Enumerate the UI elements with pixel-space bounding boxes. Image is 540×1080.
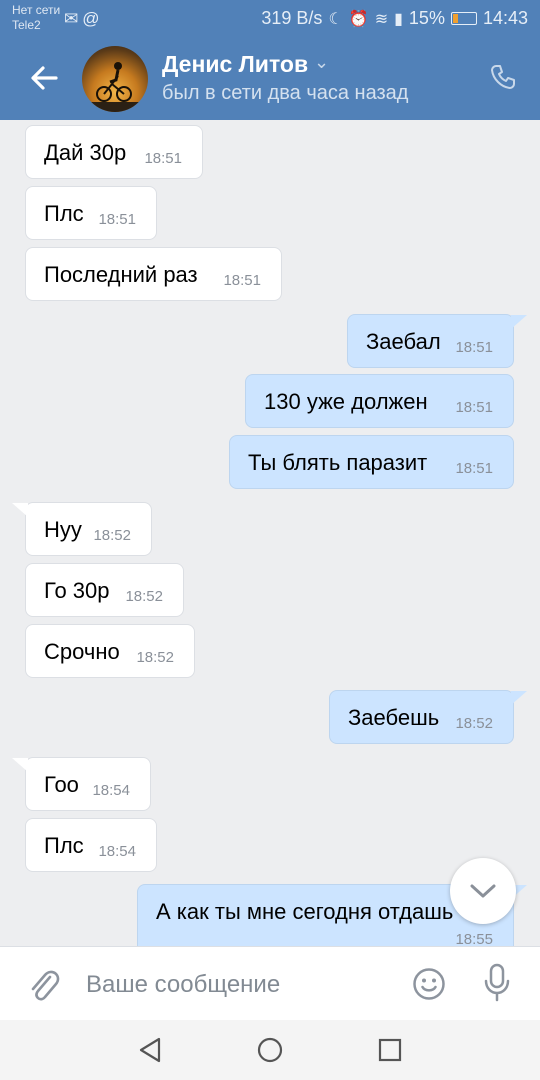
carrier-line1: Нет сети [12,3,61,17]
message-time: 18:51 [223,272,261,289]
message-time: 18:52 [93,527,131,544]
scroll-down-button[interactable] [450,858,516,924]
message-text: Гоо [44,772,79,797]
mail-icon: ✉ [64,9,83,28]
contact-status: был в сети два часа назад [162,82,409,104]
contact-name[interactable]: Денис Литов [162,51,308,78]
message-text: Последний раз [44,262,198,287]
microphone-icon[interactable] [482,963,512,1003]
message-time: 18:54 [98,843,136,860]
avatar[interactable] [82,46,148,112]
nav-back-icon[interactable] [135,1035,165,1065]
chat-header: Денис Литов ⌄ был в сети два часа назад [0,38,540,120]
bubble-tail [12,758,28,772]
message-time: 18:55 [455,931,493,946]
message-text: Заебал [366,329,441,354]
chevron-down-icon[interactable]: ⌄ [314,52,329,73]
message-bubble-in[interactable]: Срочно 18:52 [25,624,195,678]
message-bubble-out[interactable]: Заебешь 18:52 [329,690,514,744]
message-bubble-in[interactable]: Плс 18:51 [25,186,157,240]
message-time: 18:51 [98,211,136,228]
message-bubble-in[interactable]: Последний раз 18:51 [25,247,282,301]
message-bubble-in[interactable]: Дай 30р 18:51 [25,125,203,179]
message-text: А как ты мне сегодня отдашь [156,899,454,924]
back-arrow-icon [31,66,58,90]
bubble-tail [511,315,527,329]
message-time: 18:51 [455,399,493,416]
message-text: Плс [44,201,84,226]
message-text: Срочно [44,639,120,664]
battery-percent: 15% [408,8,445,28]
message-time: 18:54 [92,782,130,799]
message-bubble-in[interactable]: Го 30р 18:52 [25,563,184,617]
message-text: Нуу [44,517,82,542]
moon-icon: ☾ [328,10,343,28]
message-composer: Ваше сообщение [0,946,540,1020]
message-bubble-out[interactable]: Заебал 18:51 [347,314,514,368]
signal-icon: ▮ [394,10,403,28]
message-bubble-out[interactable]: 130 уже должен 18:51 [245,374,514,428]
message-bubble-in[interactable]: Плс 18:54 [25,818,157,872]
message-text: Плс [44,833,84,858]
back-button[interactable] [26,60,62,96]
phone-icon[interactable] [488,62,518,92]
system-indicators: 319 B/s ☾ ⏰ ≋ ▮ 15% 14:43 [261,8,528,29]
message-text: Ты блять паразит [248,450,428,475]
message-text: Го 30р [44,578,110,603]
message-time: 18:52 [125,588,163,605]
carrier-line2: Tele2 [12,18,41,32]
smile-icon[interactable] [412,967,446,1001]
clock: 14:43 [482,8,528,28]
message-bubble-out[interactable]: Ты блять паразит 18:51 [229,435,514,489]
carrier-info: Нет сети Tele2 [12,3,60,33]
message-text: Дай 30р [44,140,127,165]
message-list[interactable]: Дай 30р 18:51 Плс 18:51 Последний раз 18:51 За… [0,120,540,946]
message-time: 18:51 [144,150,182,167]
wifi-icon: ≋ [374,10,389,28]
message-time: 18:51 [455,460,493,477]
message-text: Заебешь [348,705,440,730]
bubble-tail [511,691,527,705]
network-speed: 319 B/s [261,8,323,28]
status-bar: Нет сети Tele2 ✉@ 319 B/s ☾ ⏰ ≋ ▮ 15% 14… [0,0,540,38]
battery-icon [450,12,477,25]
paperclip-icon[interactable] [26,965,60,1003]
message-text: 130 уже должен [264,389,428,414]
scroll-down-chevron-icon [470,884,496,898]
at-icon: @ [82,9,104,28]
nav-home-icon[interactable] [255,1035,285,1065]
system-nav-bar [0,1020,540,1080]
message-input[interactable]: Ваше сообщение [86,971,280,999]
message-bubble-in[interactable]: Нуу 18:52 [25,502,152,556]
message-bubble-in[interactable]: Гоо 18:54 [25,757,151,811]
nav-recents-icon[interactable] [375,1035,405,1065]
alarm-icon: ⏰ [348,10,369,28]
bubble-tail [12,503,28,517]
notification-icons: ✉@ [64,9,104,29]
message-time: 18:52 [136,649,174,666]
message-time: 18:51 [455,339,493,356]
message-time: 18:52 [455,715,493,732]
